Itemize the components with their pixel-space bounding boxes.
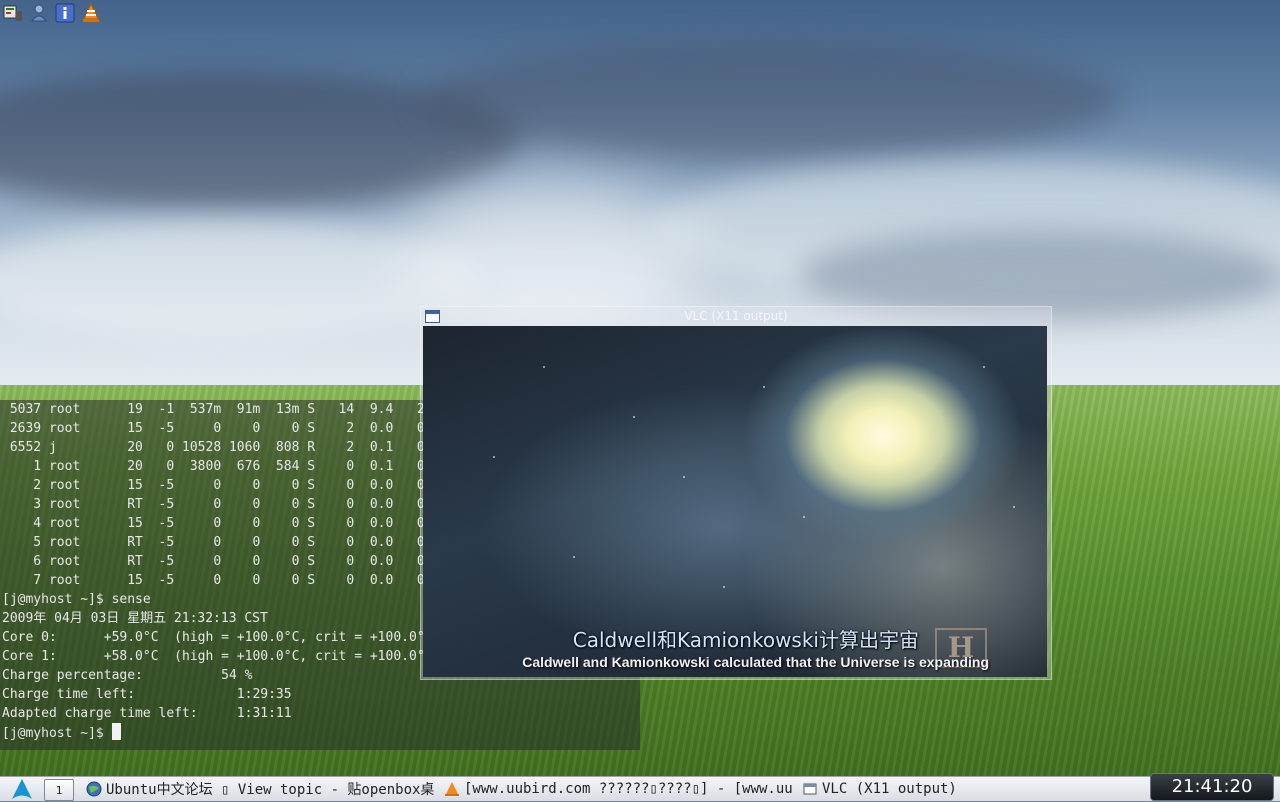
top-launcher-bar [0,0,102,26]
globe-icon [86,781,102,797]
charge-percentage: Charge percentage: 54 % [2,668,253,683]
subtitle-english: Caldwell and Kamionkowski calculated tha… [522,654,989,670]
core1-temp: Core 1: +58.0°C (high = +100.0°C, crit =… [2,649,441,664]
task-label: Ubuntu中文论坛 ▯ View topic - 贴openbox桌 [106,782,435,798]
task-button-vlc-output[interactable]: VLC (X11 output) [802,777,962,801]
vlc-cone-icon[interactable] [80,2,102,24]
task-label: VLC (X11 output) [822,781,957,797]
task-button-vlc-playlist[interactable]: [www.uubird.com ??????▯????▯] - [www.uub… [444,777,792,801]
charge-time-left: Charge time left: 1:29:35 [2,687,292,702]
vlc-title: VLC (X11 output) [684,309,788,323]
taskbar: 1 Ubuntu中文论坛 ▯ View topic - 贴openbox桌 [w… [0,773,1280,801]
shell-prompt: [j@myhost ~]$ [2,726,112,741]
system-monitor-icon[interactable] [2,2,24,24]
subtitle-chinese: Caldwell和Kamionkowski计算出宇宙 [572,628,919,652]
info-icon[interactable] [54,2,76,24]
vlc-titlebar[interactable]: VLC (X11 output) [421,307,1051,325]
window-menu-icon[interactable] [425,310,440,323]
text-cursor [111,723,121,740]
date-output: 2009年 04月 03日 星期五 21:32:13 CST [2,611,268,626]
command-line: [j@myhost ~]$ sense [2,592,151,607]
task-label: [www.uubird.com ??????▯????▯] - [www.uub… [464,781,792,797]
clock[interactable]: 21:41:20 [1150,773,1274,801]
user-icon[interactable] [28,2,50,24]
process-row: 5037 root 19 -1 537m 91m 13m S 14 9.4 2:… [2,402,488,417]
cloud [420,40,1120,160]
task-button-browser[interactable]: Ubuntu中文论坛 ▯ View topic - 贴openbox桌 [86,777,436,801]
vlc-cone-icon [444,781,460,797]
core0-temp: Core 0: +59.0°C (high = +100.0°C, crit =… [2,630,441,645]
arch-logo-icon [12,779,32,799]
desktop-switcher-button[interactable]: 1 [44,779,74,801]
window-icon [802,781,818,797]
adapted-charge-time: Adapted charge time left: 1:31:11 [2,706,292,721]
start-menu-button[interactable] [4,777,40,801]
vlc-window[interactable]: VLC (X11 output) H Caldwell和Kamionkowski… [420,306,1052,680]
prompt-line[interactable]: [j@myhost ~]$ [2,723,121,742]
video-output[interactable]: H Caldwell和Kamionkowski计算出宇宙 Caldwell an… [423,326,1047,677]
